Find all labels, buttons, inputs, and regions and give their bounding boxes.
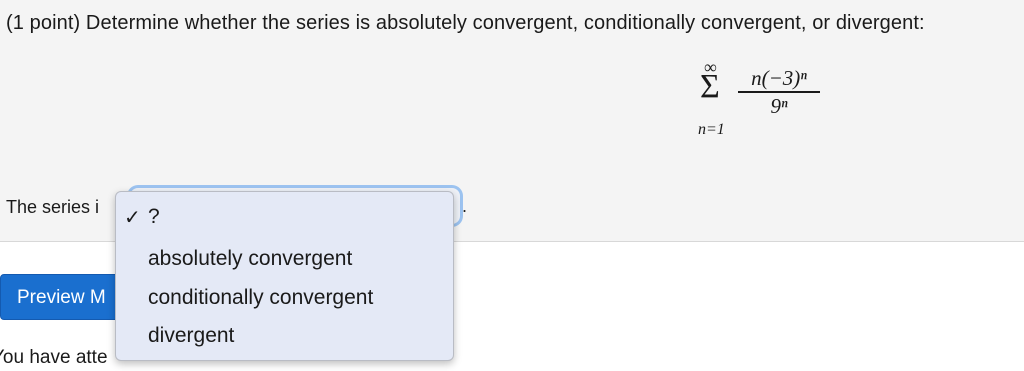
- dropdown-option-divergent[interactable]: divergent: [148, 324, 234, 348]
- dropdown-option-conditionally-convergent[interactable]: conditionally convergent: [148, 286, 373, 310]
- answer-period: .: [462, 196, 468, 216]
- answer-label: The series i: [6, 197, 100, 217]
- option-label: ?: [148, 205, 160, 228]
- dropdown-option-absolutely-convergent[interactable]: absolutely convergent: [148, 247, 352, 271]
- fraction-bar: [738, 91, 820, 93]
- preview-button[interactable]: Preview M: [0, 274, 128, 320]
- dropdown-option-placeholder[interactable]: ✓ ?: [124, 205, 160, 229]
- attempts-text: You have atte: [0, 347, 108, 368]
- series-formula: ∞ Σ n=1 n(−3)ⁿ 9ⁿ: [698, 58, 840, 148]
- fraction-denominator: 9ⁿ: [770, 93, 788, 118]
- check-icon: ✓: [124, 207, 141, 229]
- fraction-numerator: n(−3)ⁿ: [751, 66, 807, 90]
- sum-sigma-symbol: Σ: [700, 68, 720, 105]
- series-fraction: n(−3)ⁿ 9ⁿ: [738, 66, 820, 118]
- sum-lower-limit: n=1: [698, 121, 725, 138]
- problem-prompt: (1 point) Determine whether the series i…: [6, 12, 925, 34]
- answer-dropdown-menu: ✓ ? absolutely convergent conditionally …: [115, 191, 454, 361]
